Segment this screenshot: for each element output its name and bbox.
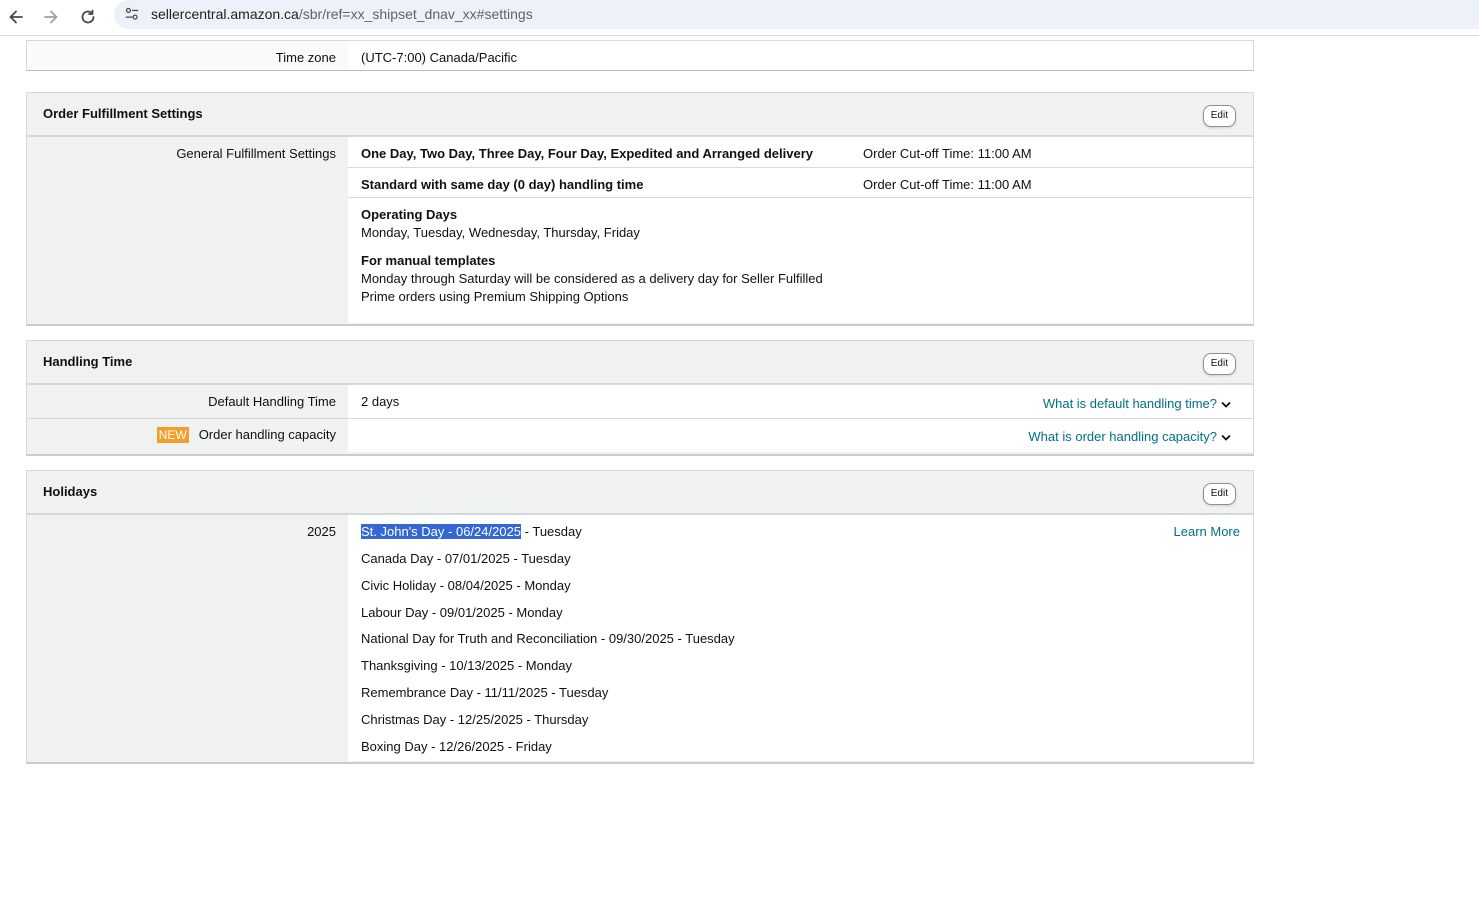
holidays-edit-button[interactable]: Edit xyxy=(1202,483,1236,505)
holidays-list: Learn More St. John's Day - 06/24/2025 -… xyxy=(348,515,1253,761)
order-fulfillment-title: Order Fulfillment Settings xyxy=(43,106,203,121)
holidays-header: Holidays Edit xyxy=(27,471,1253,515)
holiday-item: Canada Day - 07/01/2025 - Tuesday xyxy=(361,551,571,566)
url-text[interactable]: sellercentral.amazon.ca/sbr/ref=xx_ships… xyxy=(151,6,533,22)
order-fulfillment-header: Order Fulfillment Settings Edit xyxy=(27,93,1253,137)
address-bar[interactable]: sellercentral.amazon.ca/sbr/ref=xx_ships… xyxy=(114,0,1479,29)
order-capacity-row: NEW Order handling capacity What is order… xyxy=(27,419,1253,454)
learn-more-link[interactable]: Learn More xyxy=(1174,524,1240,539)
holiday-day: - Monday xyxy=(516,578,571,593)
url-path: /sbr/ref=xx_shipset_dnav_xx#settings xyxy=(298,6,533,22)
order-fulfillment-body: General Fulfillment Settings One Day, Tw… xyxy=(27,137,1253,323)
chevron-down-icon xyxy=(1221,401,1231,408)
holiday-day: - Tuesday xyxy=(513,551,571,566)
fulfillment-row: Standard with same day (0 day) handling … xyxy=(348,168,1253,198)
forward-icon[interactable] xyxy=(37,3,65,31)
holiday-name: Civic Holiday - 08/04/2025 xyxy=(361,578,513,593)
handling-time-title: Handling Time xyxy=(43,354,133,369)
handling-time-section: Handling Time Edit Default Handling Time… xyxy=(26,340,1254,456)
default-handling-label: Default Handling Time xyxy=(208,394,336,409)
holiday-name: Labour Day - 09/01/2025 xyxy=(361,605,505,620)
holiday-name: National Day for Truth and Reconciliatio… xyxy=(361,631,674,646)
order-capacity-label: Order handling capacity xyxy=(198,427,336,443)
order-capacity-label-cell: NEW Order handling capacity xyxy=(27,426,348,443)
holiday-name: Boxing Day - 12/26/2025 xyxy=(361,739,505,754)
holidays-year: 2025 xyxy=(307,524,336,539)
default-handling-cell: 2 days What is default handling time? xyxy=(348,385,1253,418)
holiday-item: St. John's Day - 06/24/2025 - Tuesday xyxy=(361,524,582,539)
holidays-body: 2025 Learn More St. John's Day - 06/24/2… xyxy=(27,515,1253,761)
holiday-name: Thanksgiving - 10/13/2025 xyxy=(361,658,515,673)
holiday-day: - Tuesday xyxy=(551,685,609,700)
fulfillment-row: One Day, Two Day, Three Day, Four Day, E… xyxy=(348,137,1253,168)
holiday-day: - Tuesday xyxy=(677,631,735,646)
back-icon[interactable] xyxy=(2,3,30,31)
holiday-day: - Tuesday xyxy=(524,524,582,539)
holiday-day: - Thursday xyxy=(526,712,589,727)
holiday-item: Thanksgiving - 10/13/2025 - Monday xyxy=(361,658,572,673)
holiday-name: Remembrance Day - 11/11/2025 xyxy=(361,685,548,700)
order-fulfillment-section: Order Fulfillment Settings Edit General … xyxy=(26,92,1254,326)
chevron-down-icon xyxy=(1221,434,1231,441)
holiday-name: Christmas Day - 12/25/2025 xyxy=(361,712,523,727)
timezone-value: (UTC-7:00) Canada/Pacific xyxy=(361,50,518,65)
holiday-name: Canada Day - 07/01/2025 xyxy=(361,551,510,566)
operating-days-heading: Operating Days xyxy=(361,207,458,222)
holiday-item: Christmas Day - 12/25/2025 - Thursday xyxy=(361,712,588,727)
browser-toolbar: sellercentral.amazon.ca/sbr/ref=xx_ships… xyxy=(0,0,1479,36)
order-capacity-cell: What is order handling capacity? xyxy=(348,419,1253,452)
url-host: sellercentral.amazon.ca xyxy=(151,6,299,22)
manual-templates-line2: Prime orders using Premium Shipping Opti… xyxy=(361,289,629,304)
timezone-value-cell: (UTC-7:00) Canada/Pacific xyxy=(348,41,1253,70)
manual-templates-heading: For manual templates xyxy=(361,253,496,268)
holidays-section: Holidays Edit 2025 Learn More St. John's… xyxy=(26,470,1254,764)
handling-time-header: Handling Time Edit xyxy=(27,341,1253,385)
holiday-item: Labour Day - 09/01/2025 - Monday xyxy=(361,605,563,620)
timezone-label: Time zone xyxy=(275,50,336,65)
holiday-item: National Day for Truth and Reconciliatio… xyxy=(361,631,735,646)
default-handling-help-link[interactable]: What is default handling time? xyxy=(1043,396,1231,411)
order-capacity-help-text: What is order handling capacity? xyxy=(1028,429,1217,444)
holidays-title: Holidays xyxy=(43,484,98,499)
new-badge: NEW xyxy=(156,426,189,443)
holiday-day: - Monday xyxy=(517,658,573,673)
fulfillment-row-cutoff: Order Cut-off Time: 11:00 AM xyxy=(863,146,1032,161)
site-info-icon[interactable] xyxy=(123,5,141,23)
holiday-day: - Friday xyxy=(507,739,552,754)
manual-templates-line1: Monday through Saturday will be consider… xyxy=(361,271,823,286)
fulfillment-row-name: Standard with same day (0 day) handling … xyxy=(361,177,644,192)
timezone-row: Time zone (UTC-7:00) Canada/Pacific xyxy=(26,40,1254,71)
holiday-name: St. John's Day - 06/24/2025 xyxy=(361,524,522,539)
fulfillment-row-cutoff: Order Cut-off Time: 11:00 AM xyxy=(863,177,1032,192)
reload-icon[interactable] xyxy=(74,3,102,31)
holiday-day: - Monday xyxy=(508,605,563,620)
holiday-item: Boxing Day - 12/26/2025 - Friday xyxy=(361,739,552,754)
order-fulfillment-edit-button[interactable]: Edit xyxy=(1202,105,1236,127)
default-handling-row: Default Handling Time 2 days What is def… xyxy=(27,385,1253,419)
operating-days-value: Monday, Tuesday, Wednesday, Thursday, Fr… xyxy=(361,225,640,240)
fulfillment-row-name: One Day, Two Day, Three Day, Four Day, E… xyxy=(361,146,813,161)
general-fulfillment-label: General Fulfillment Settings xyxy=(176,146,336,161)
order-capacity-help-link[interactable]: What is order handling capacity? xyxy=(1028,429,1231,444)
default-handling-value: 2 days xyxy=(361,394,400,409)
handling-time-edit-button[interactable]: Edit xyxy=(1202,353,1236,375)
holiday-item: Remembrance Day - 11/11/2025 - Tuesday xyxy=(361,685,608,700)
default-handling-help-text: What is default handling time? xyxy=(1042,396,1217,411)
holiday-item: Civic Holiday - 08/04/2025 - Monday xyxy=(361,578,571,593)
general-fulfillment-values: One Day, Two Day, Three Day, Four Day, E… xyxy=(348,137,1253,323)
